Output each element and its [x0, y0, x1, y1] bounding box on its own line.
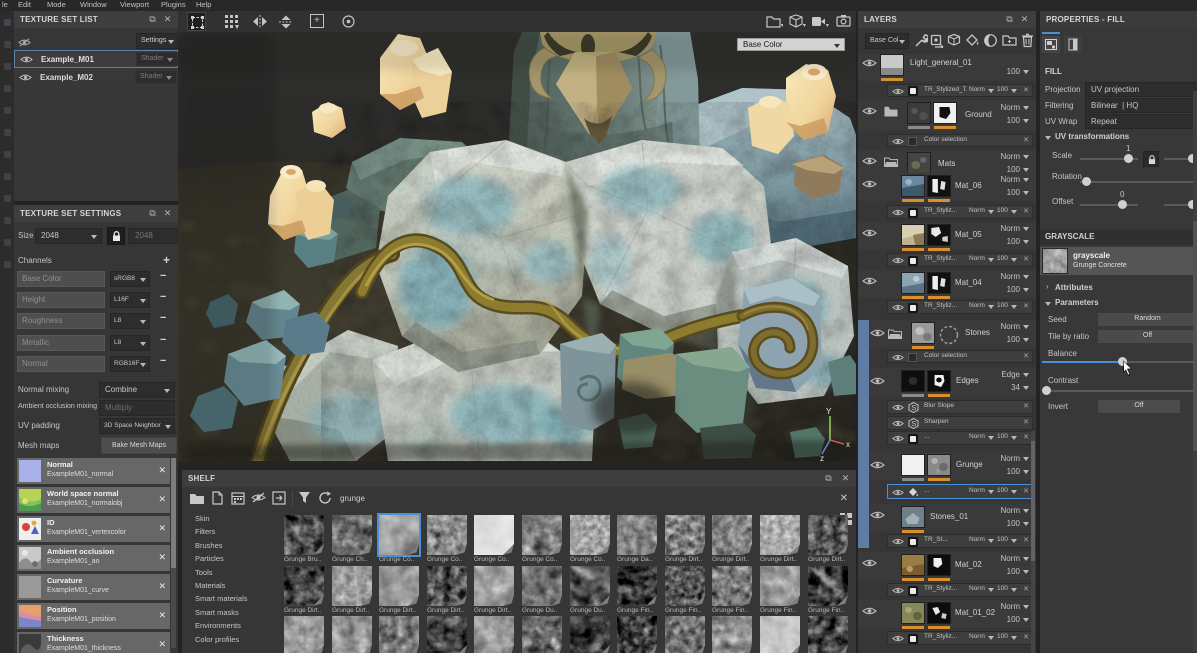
svg-text:Y: Y — [826, 407, 832, 416]
svg-text:z: z — [820, 454, 824, 461]
svg-text:S: S — [911, 403, 916, 412]
svg-text:x: x — [846, 440, 850, 449]
svg-text:S: S — [911, 419, 916, 428]
